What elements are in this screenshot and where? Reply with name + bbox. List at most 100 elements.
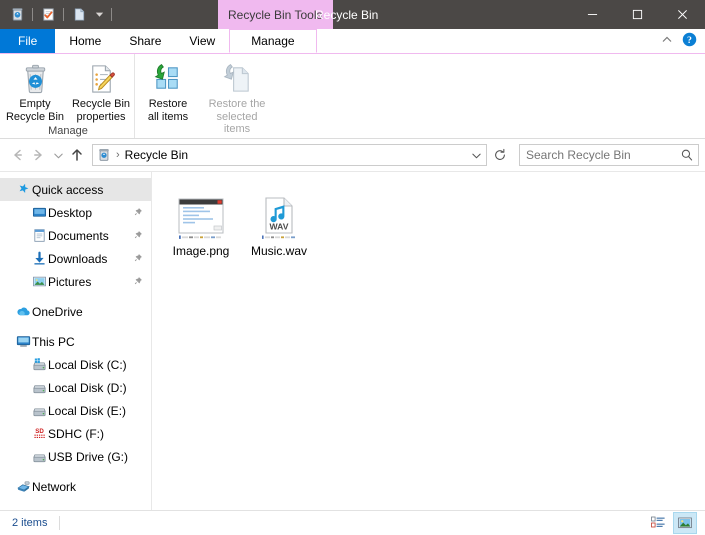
sidebar-label-downloads: Downloads <box>48 251 108 266</box>
sidebar-item-onedrive[interactable]: OneDrive <box>0 300 151 323</box>
ribbon-tab-strip: File Home Share View Manage ? <box>0 29 705 54</box>
recycle-bin-properties-icon <box>85 61 118 95</box>
restore-selected-items-button: Restore the selected items <box>201 59 273 136</box>
system-drive-icon <box>30 357 48 372</box>
sidebar-item-quick-access[interactable]: Quick access <box>0 178 151 201</box>
properties-icon[interactable] <box>37 4 59 26</box>
sidebar-item-network[interactable]: Network <box>0 475 151 498</box>
recent-locations-button[interactable] <box>50 143 66 167</box>
recycle-bin-properties-button[interactable]: Recycle Bin properties <box>68 59 134 123</box>
desktop-icon <box>30 205 48 220</box>
sidebar-item-downloads[interactable]: Downloads <box>0 247 151 270</box>
sidebar-item-local-disk-e[interactable]: Local Disk (E:) <box>0 399 151 422</box>
breadcrumb-dropdown-icon[interactable] <box>466 150 486 161</box>
forward-button[interactable] <box>28 143 50 167</box>
sidebar-item-documents[interactable]: Documents <box>0 224 151 247</box>
help-icon[interactable]: ? <box>682 32 697 50</box>
sidebar-item-desktop[interactable]: Desktop <box>0 201 151 224</box>
status-bar: 2 items <box>0 510 705 535</box>
window-title: Recycle Bin <box>315 7 379 22</box>
maximize-button[interactable] <box>615 0 660 29</box>
minimize-button[interactable] <box>570 0 615 29</box>
pin-icon[interactable] <box>132 253 143 264</box>
file-list: Image.png WAV Music.wav <box>152 172 705 262</box>
restore-selected-items-label-line1: Restore the <box>208 98 266 110</box>
up-button[interactable] <box>66 143 88 167</box>
breadcrumb-separator[interactable]: › <box>115 149 125 161</box>
new-folder-icon[interactable] <box>68 4 90 26</box>
sidebar-label-sdhc-f: SDHC (F:) <box>48 426 104 441</box>
qat-separator-1 <box>32 8 33 21</box>
tab-manage[interactable]: Manage <box>229 29 317 53</box>
status-separator <box>59 516 61 530</box>
empty-recycle-bin-icon <box>19 61 52 95</box>
qat-customize-dropdown[interactable] <box>91 4 107 26</box>
window-controls <box>570 0 705 29</box>
search-icon[interactable] <box>676 148 698 162</box>
sidebar-item-sdhc-f[interactable]: SD SDHC (F:) <box>0 422 151 445</box>
qat-separator-2 <box>63 8 64 21</box>
navigation-pane: Quick access Desktop Documents Downloads… <box>0 172 152 510</box>
wav-file-icon: WAV <box>260 190 298 240</box>
explorer-window: Recycle Bin Tools Recycle Bin File Home … <box>0 0 705 535</box>
breadcrumb-bar[interactable]: › Recycle Bin <box>92 144 487 166</box>
nav-gap <box>0 293 151 300</box>
recycle-bin-icon[interactable] <box>6 4 28 26</box>
sidebar-item-usb-drive-g[interactable]: USB Drive (G:) <box>0 445 151 468</box>
search-input[interactable] <box>520 148 676 162</box>
monitor-icon <box>14 334 32 349</box>
quick-access-toolbar <box>0 0 115 29</box>
pin-icon[interactable] <box>132 276 143 287</box>
recycle-bin-breadcrumb-icon <box>93 148 115 162</box>
explorer-body: Quick access Desktop Documents Downloads… <box>0 171 705 510</box>
details-view-button[interactable] <box>647 513 669 533</box>
restore-all-items-button[interactable]: Restore all items <box>135 59 201 123</box>
back-button[interactable] <box>6 143 28 167</box>
nav-gap <box>0 468 151 475</box>
recycle-bin-properties-label-line1: Recycle Bin <box>71 98 131 110</box>
list-item[interactable]: WAV Music.wav <box>240 186 318 262</box>
sidebar-item-local-disk-d[interactable]: Local Disk (D:) <box>0 376 151 399</box>
pin-icon[interactable] <box>132 207 143 218</box>
address-bar: › Recycle Bin <box>0 139 705 171</box>
svg-text:?: ? <box>687 35 692 46</box>
documents-icon <box>30 228 48 243</box>
sidebar-label-pictures: Pictures <box>48 274 92 289</box>
tab-home[interactable]: Home <box>55 29 115 53</box>
tab-file[interactable]: File <box>0 29 56 53</box>
empty-recycle-bin-button[interactable]: Empty Recycle Bin <box>2 59 68 123</box>
large-icons-view-button[interactable] <box>673 512 697 534</box>
refresh-button[interactable] <box>489 144 511 166</box>
sidebar-item-this-pc[interactable]: This PC <box>0 330 151 353</box>
sd-card-icon: SD <box>30 426 48 441</box>
restore-all-items-icon <box>152 61 185 95</box>
restore-selected-items-icon <box>221 61 254 95</box>
close-button[interactable] <box>660 0 705 29</box>
title-bar: Recycle Bin Tools Recycle Bin <box>0 0 705 29</box>
breadcrumb-current[interactable]: Recycle Bin <box>125 148 188 162</box>
sidebar-item-local-disk-c[interactable]: Local Disk (C:) <box>0 353 151 376</box>
restore-all-items-label-line1: Restore <box>148 98 188 110</box>
list-item-label: Image.png <box>172 244 230 258</box>
sidebar-label-documents: Documents <box>48 228 109 243</box>
downloads-icon <box>30 251 48 266</box>
ribbon-collapse-button[interactable] <box>661 34 673 49</box>
sidebar-label-local-disk-e: Local Disk (E:) <box>48 403 127 418</box>
sidebar-label-local-disk-c: Local Disk (C:) <box>48 357 127 372</box>
restore-all-items-label-line2: all items <box>147 110 189 123</box>
tab-view[interactable]: View <box>175 29 229 53</box>
nav-gap <box>0 323 151 330</box>
file-list-pane[interactable]: Image.png WAV Music.wav <box>152 172 705 510</box>
tab-share[interactable]: Share <box>115 29 175 53</box>
network-icon <box>14 479 32 494</box>
empty-recycle-bin-label-line1: Empty <box>19 98 51 110</box>
recycle-bin-properties-label-line2: properties <box>76 110 126 123</box>
sidebar-label-quick-access: Quick access <box>32 182 104 197</box>
empty-recycle-bin-label-line2: Recycle Bin <box>5 110 65 123</box>
sidebar-item-pictures[interactable]: Pictures <box>0 270 151 293</box>
restore-selected-items-label-line2: selected items <box>216 110 258 136</box>
search-box[interactable] <box>519 144 699 166</box>
pin-icon[interactable] <box>132 230 143 241</box>
list-item[interactable]: Image.png <box>162 186 240 262</box>
drive-icon <box>30 380 48 395</box>
